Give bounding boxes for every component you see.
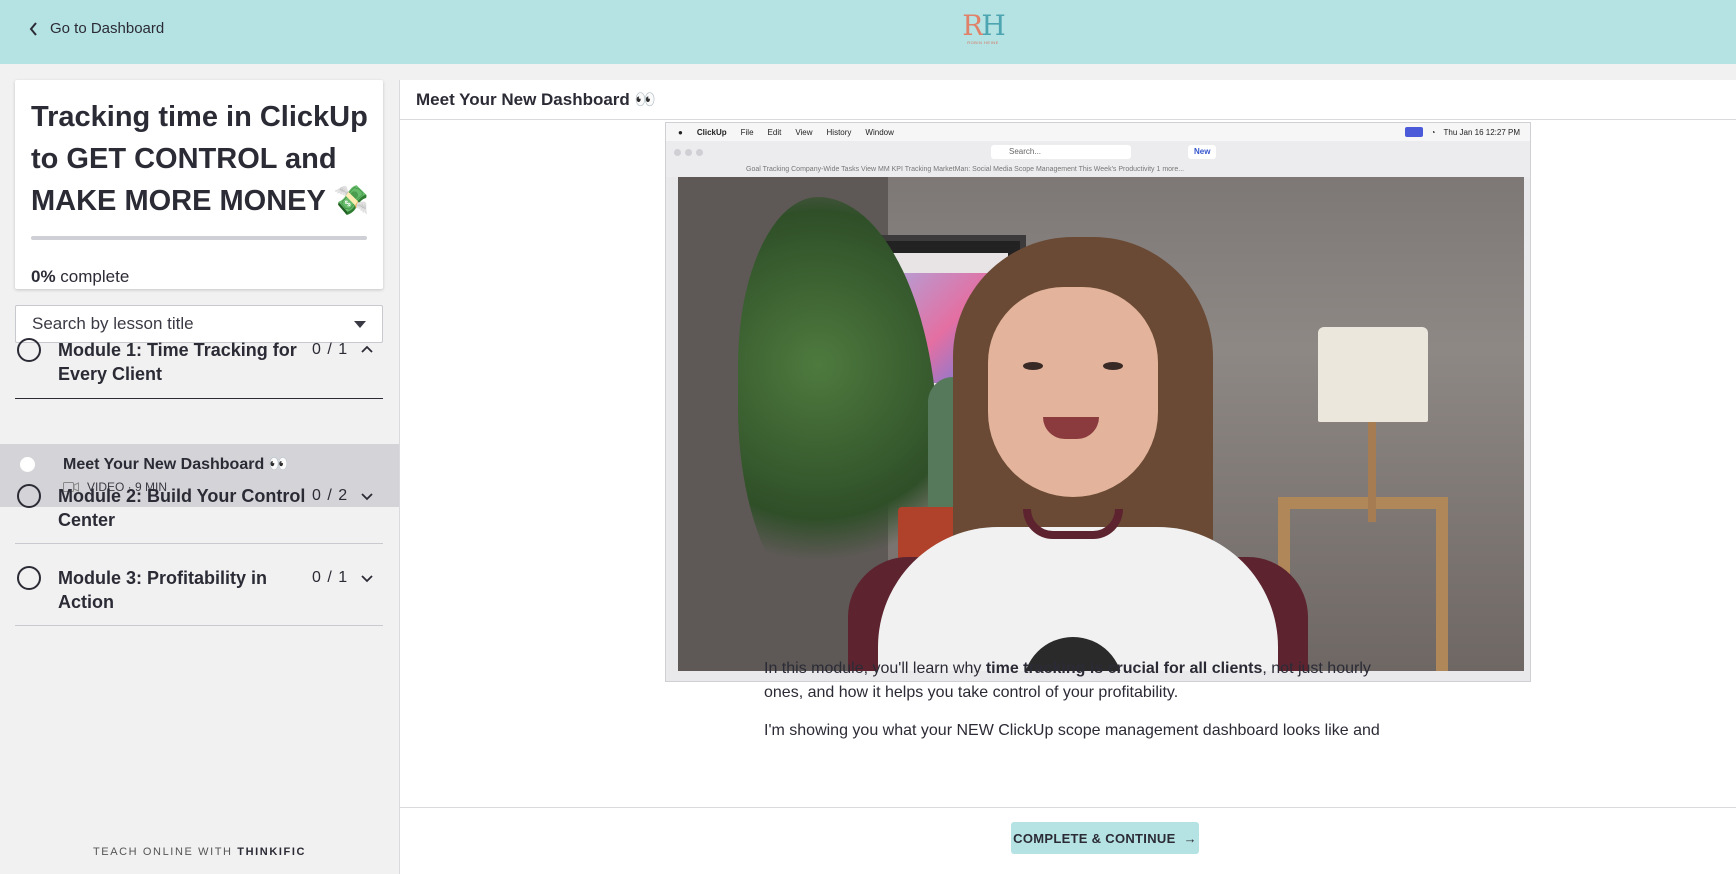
video-bookmarks-bar: Goal Tracking Company-Wide Tasks View MM… bbox=[666, 163, 1530, 177]
video-player[interactable]: ● ClickUp File Edit View History Window … bbox=[665, 122, 1531, 682]
paragraph-bold-text: time tracking is crucial for all clients bbox=[985, 660, 1263, 677]
chevron-left-icon bbox=[29, 21, 37, 36]
module-2-header[interactable]: Module 2: Build Your Control Center 0 / … bbox=[15, 478, 383, 552]
progress-suffix: complete bbox=[55, 267, 130, 286]
lesson-paragraph: In this module, you'll learn why time tr… bbox=[764, 657, 1404, 705]
video-menubar-item: View bbox=[795, 127, 813, 137]
brand-logo-sub: ROBIN HEINE bbox=[967, 40, 999, 45]
lamp-stem bbox=[1368, 422, 1376, 522]
presenter-face bbox=[988, 287, 1158, 497]
course-sidebar: Tracking time in ClickUp to GET CONTROL … bbox=[0, 64, 399, 874]
presenter-collar bbox=[1023, 509, 1123, 539]
module-title: Module 2: Build Your Control Center bbox=[58, 486, 306, 530]
arrow-right-icon: → bbox=[1183, 830, 1197, 846]
video-browser-new: New bbox=[1188, 145, 1217, 159]
window-controls-icon bbox=[674, 148, 703, 156]
module-progress-count: 0 / 1 bbox=[312, 341, 349, 358]
screen-record-icon bbox=[1404, 127, 1423, 137]
lesson-description: In this module, you'll learn why time tr… bbox=[764, 657, 1404, 757]
course-progress-card: Tracking time in ClickUp to GET CONTROL … bbox=[15, 80, 383, 289]
video-menubar-status: ◔ Thu Jan 16 12:27 PM bbox=[1404, 127, 1521, 137]
lamp-shade bbox=[1318, 327, 1428, 422]
video-menubar-item: Window bbox=[865, 127, 894, 137]
module-title: Module 3: Profitability in Action bbox=[58, 568, 268, 612]
footer-brand: THINKIFIC bbox=[237, 846, 307, 858]
lesson-header-title: Meet Your New Dashboard 👀 bbox=[400, 80, 1736, 120]
module-divider bbox=[15, 543, 383, 544]
video-menubar-item: File bbox=[740, 127, 754, 137]
wifi-icon: ◔ bbox=[1430, 127, 1436, 137]
video-browser-search: Search... bbox=[991, 145, 1131, 159]
go-to-dashboard-link[interactable]: Go to Dashboard bbox=[28, 20, 164, 37]
chevron-up-icon[interactable] bbox=[361, 344, 373, 356]
lesson-status-dot-icon bbox=[20, 457, 35, 472]
video-menubar-item: History bbox=[826, 127, 852, 137]
complete-button-label: COMPLETE & CONTINUE bbox=[1013, 830, 1176, 846]
module-progress-count: 0 / 1 bbox=[312, 569, 349, 586]
webcam-frame bbox=[678, 177, 1524, 671]
video-browser-bar: Search... New bbox=[666, 141, 1530, 163]
paragraph-text: In this module, you'll learn why bbox=[764, 660, 986, 677]
module-status-circle-icon bbox=[17, 484, 41, 508]
lesson-paragraph: I'm showing you what your NEW ClickUp sc… bbox=[764, 722, 1380, 739]
video-menubar-clock: Thu Jan 16 12:27 PM bbox=[1443, 127, 1521, 137]
progress-bar bbox=[31, 236, 367, 240]
module-divider bbox=[15, 625, 383, 626]
video-menubar-app: ClickUp bbox=[696, 127, 727, 137]
apple-icon: ● bbox=[678, 127, 683, 137]
presenter-eye bbox=[1103, 362, 1123, 370]
module-status-circle-icon bbox=[17, 338, 41, 362]
progress-value: 0% bbox=[31, 267, 56, 286]
module-1-header[interactable]: Module 1: Time Tracking for Every Client… bbox=[15, 332, 383, 399]
video-menubar-item: Edit bbox=[767, 127, 782, 137]
brand-logo[interactable]: RH ROBIN HEINE bbox=[962, 9, 1006, 50]
presenter-eye bbox=[1023, 362, 1043, 370]
module-status-circle-icon bbox=[17, 566, 41, 590]
lesson-footer-bar: COMPLETE & CONTINUE → bbox=[400, 807, 1736, 874]
module-divider bbox=[15, 398, 383, 399]
lesson-content: Meet Your New Dashboard 👀 ● ClickUp File… bbox=[399, 80, 1736, 874]
caret-down-icon bbox=[354, 320, 366, 328]
chevron-down-icon[interactable] bbox=[361, 490, 373, 502]
thinkific-footer[interactable]: TEACH ONLINE WITH THINKIFIC bbox=[0, 846, 399, 858]
top-bar: Go to Dashboard RH ROBIN HEINE bbox=[0, 0, 1736, 64]
footer-prefix: TEACH ONLINE WITH bbox=[92, 846, 238, 858]
brand-logo-mark: RH bbox=[962, 9, 1006, 42]
course-title: Tracking time in ClickUp to GET CONTROL … bbox=[31, 101, 370, 217]
progress-text: 0% complete bbox=[31, 267, 129, 287]
chevron-down-icon[interactable] bbox=[361, 572, 373, 584]
complete-and-continue-button[interactable]: COMPLETE & CONTINUE → bbox=[1011, 822, 1199, 854]
module-progress-count: 0 / 2 bbox=[312, 487, 349, 504]
lesson-title: Meet Your New Dashboard 👀 bbox=[63, 456, 289, 473]
module-title: Module 1: Time Tracking for Every Client bbox=[58, 340, 297, 384]
video-mac-menubar: ● ClickUp File Edit View History Window … bbox=[666, 123, 1530, 141]
module-3-header[interactable]: Module 3: Profitability in Action 0 / 1 bbox=[15, 560, 383, 634]
lesson-search-placeholder: Search by lesson title bbox=[32, 314, 194, 333]
go-to-dashboard-label: Go to Dashboard bbox=[50, 20, 165, 37]
